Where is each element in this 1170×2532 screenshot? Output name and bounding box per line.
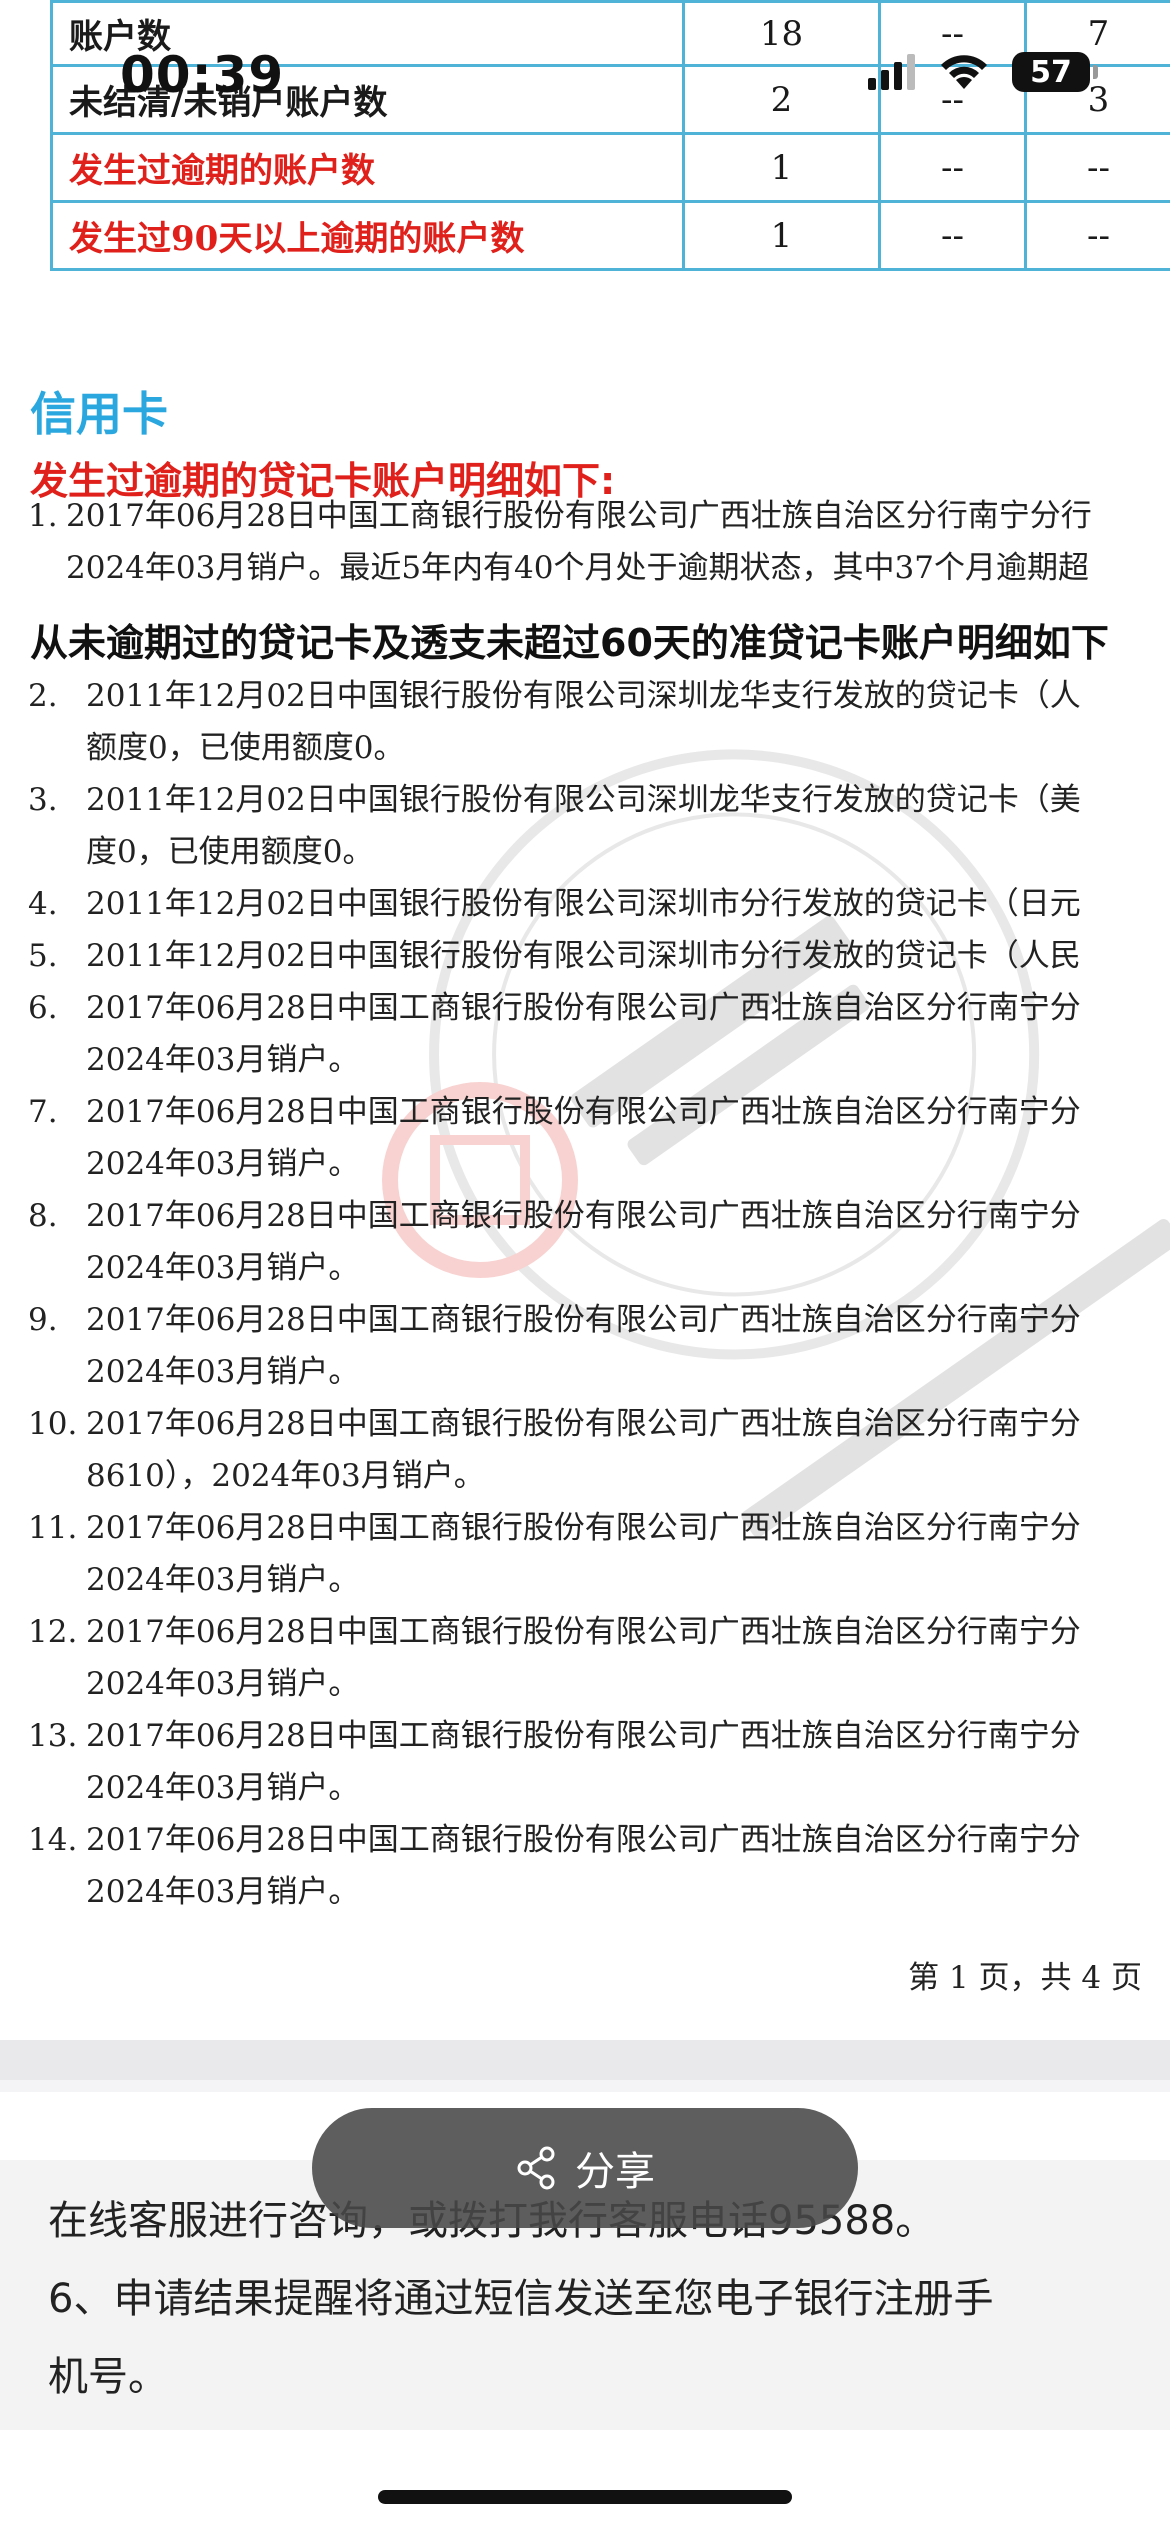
home-indicator[interactable] xyxy=(378,2490,792,2504)
page-number: 第 1 页，共 4 页 xyxy=(908,1960,1142,1996)
item-text: 2017年06月28日中国工商银行股份有限公司广西壮族自治区分行南宁分 xyxy=(86,1406,1081,1442)
share-label: 分享 xyxy=(575,2149,655,2195)
item-text-continued: 8610），2024年03月销户。 xyxy=(86,1458,485,1494)
item-number: 10. xyxy=(28,1406,78,1442)
item-number: 13. xyxy=(28,1718,78,1754)
list-item: 4. 2011年12月02日中国银行股份有限公司深圳市分行发放的贷记卡（日元 xyxy=(28,878,1081,930)
table-cell-value: 3 xyxy=(1024,64,1170,135)
item-number: 12. xyxy=(28,1614,78,1650)
item-number: 4. xyxy=(28,886,58,922)
table-cell-value: 7 xyxy=(1024,0,1170,67)
table-cell-value: 1 xyxy=(682,132,881,203)
table-row-label: 发生过90天以上逾期的账户数 xyxy=(50,200,685,271)
table-cell-value: -- xyxy=(878,64,1027,135)
item-number: 8. xyxy=(28,1198,58,1234)
list-item: 1. 2017年06月28日中国工商银行股份有限公司广西壮族自治区分行南宁分行 20… xyxy=(28,490,1092,594)
table-cell-value: -- xyxy=(1024,200,1170,271)
table-cell-value: 18 xyxy=(682,0,881,67)
table-row: 账户数 18 -- 7 xyxy=(50,0,1170,67)
list-item: 3. 2011年12月02日中国银行股份有限公司深圳龙华支行发放的贷记卡（美 度0，… xyxy=(28,774,1081,878)
item-text: 2011年12月02日中国银行股份有限公司深圳龙华支行发放的贷记卡（美 xyxy=(86,782,1081,818)
item-text: 2017年06月28日中国工商银行股份有限公司广西壮族自治区分行南宁分行 xyxy=(66,498,1092,534)
item-text-continued: 2024年03月销户。 xyxy=(86,1042,360,1078)
item-text: 2011年12月02日中国银行股份有限公司深圳市分行发放的贷记卡（人民 xyxy=(86,938,1081,974)
item-number: 11. xyxy=(28,1510,78,1546)
list-item: 14. 2017年06月28日中国工商银行股份有限公司广西壮族自治区分行南宁分 20… xyxy=(28,1814,1081,1918)
list-item: 2. 2011年12月02日中国银行股份有限公司深圳龙华支行发放的贷记卡（人 额度0… xyxy=(28,670,1081,774)
item-text: 2017年06月28日中国工商银行股份有限公司广西壮族自治区分行南宁分 xyxy=(86,1198,1081,1234)
item-text-continued: 度0，已使用额度0。 xyxy=(86,834,374,870)
list-item: 6. 2017年06月28日中国工商银行股份有限公司广西壮族自治区分行南宁分 202… xyxy=(28,982,1081,1086)
item-text-continued: 2024年03月销户。最近5年内有40个月处于逾期状态，其中37个月逾期超 xyxy=(66,550,1089,586)
item-text: 2017年06月28日中国工商银行股份有限公司广西壮族自治区分行南宁分 xyxy=(86,1822,1081,1858)
item-text-continued: 2024年03月销户。 xyxy=(86,1146,360,1182)
item-text: 2017年06月28日中国工商银行股份有限公司广西壮族自治区分行南宁分 xyxy=(86,1510,1081,1546)
account-summary-table: 账户数 18 -- 7 未结清/未销户账户数 2 -- 3 发生过逾期的账户数 1 -- -- 发生过9… xyxy=(50,0,1170,271)
item-text-continued: 2024年03月销户。 xyxy=(86,1354,360,1390)
table-row: 未结清/未销户账户数 2 -- 3 xyxy=(50,64,1170,135)
table-cell-value: -- xyxy=(878,132,1027,203)
table-cell-value: -- xyxy=(878,200,1027,271)
item-number: 1. xyxy=(28,498,58,534)
table-row-label: 未结清/未销户账户数 xyxy=(50,64,685,135)
item-text-continued: 2024年03月销户。 xyxy=(86,1250,360,1286)
list-item: 8. 2017年06月28日中国工商银行股份有限公司广西壮族自治区分行南宁分 202… xyxy=(28,1190,1081,1294)
table-row-label: 发生过逾期的账户数 xyxy=(50,132,685,203)
list-item: 13. 2017年06月28日中国工商银行股份有限公司广西壮族自治区分行南宁分 20… xyxy=(28,1710,1081,1814)
share-icon xyxy=(517,2146,555,2190)
item-text: 2011年12月02日中国银行股份有限公司深圳龙华支行发放的贷记卡（人 xyxy=(86,678,1081,714)
item-text-continued: 2024年03月销户。 xyxy=(86,1666,360,1702)
section-title-credit-card: 信用卡 xyxy=(30,387,168,441)
item-text: 2011年12月02日中国银行股份有限公司深圳市分行发放的贷记卡（日元 xyxy=(86,886,1081,922)
item-text-continued: 额度0，已使用额度0。 xyxy=(86,730,405,766)
list-item: 11. 2017年06月28日中国工商银行股份有限公司广西壮族自治区分行南宁分 20… xyxy=(28,1502,1081,1606)
page-separator xyxy=(0,2040,1170,2080)
table-cell-value: -- xyxy=(878,0,1027,67)
list-item: 10. 2017年06月28日中国工商银行股份有限公司广西壮族自治区分行南宁分 86… xyxy=(28,1398,1081,1502)
table-row-label: 账户数 xyxy=(50,0,685,67)
item-text: 2017年06月28日中国工商银行股份有限公司广西壮族自治区分行南宁分 xyxy=(86,1094,1081,1130)
notice-line: 6、申请结果提醒将通过短信发送至您电子银行注册手 xyxy=(48,2276,994,2322)
item-number: 6. xyxy=(28,990,58,1026)
share-button[interactable]: 分享 xyxy=(312,2108,858,2228)
list-item: 5. 2011年12月02日中国银行股份有限公司深圳市分行发放的贷记卡（人民 xyxy=(28,930,1081,982)
table-cell-value: 2 xyxy=(682,64,881,135)
item-text: 2017年06月28日中国工商银行股份有限公司广西壮族自治区分行南宁分 xyxy=(86,1718,1081,1754)
page-separator-shadow xyxy=(0,2080,1170,2092)
table-row: 发生过逾期的账户数 1 -- -- xyxy=(50,132,1170,203)
item-text-continued: 2024年03月销户。 xyxy=(86,1562,360,1598)
item-number: 3. xyxy=(28,782,58,818)
item-number: 2. xyxy=(28,678,58,714)
item-text: 2017年06月28日中国工商银行股份有限公司广西壮族自治区分行南宁分 xyxy=(86,990,1081,1026)
item-number: 14. xyxy=(28,1822,78,1858)
item-number: 5. xyxy=(28,938,58,974)
item-number: 9. xyxy=(28,1302,58,1338)
item-text-continued: 2024年03月销户。 xyxy=(86,1874,360,1910)
item-text: 2017年06月28日中国工商银行股份有限公司广西壮族自治区分行南宁分 xyxy=(86,1302,1081,1338)
item-number: 7. xyxy=(28,1094,58,1130)
item-text: 2017年06月28日中国工商银行股份有限公司广西壮族自治区分行南宁分 xyxy=(86,1614,1081,1650)
table-row: 发生过90天以上逾期的账户数 1 -- -- xyxy=(50,200,1170,271)
item-text-continued: 2024年03月销户。 xyxy=(86,1770,360,1806)
list-item: 9. 2017年06月28日中国工商银行股份有限公司广西壮族自治区分行南宁分 202… xyxy=(28,1294,1081,1398)
notice-line: 机号。 xyxy=(48,2354,168,2400)
list-item: 7. 2017年06月28日中国工商银行股份有限公司广西壮族自治区分行南宁分 202… xyxy=(28,1086,1081,1190)
table-cell-value: -- xyxy=(1024,132,1170,203)
clean-accounts-heading: 从未逾期过的贷记卡及透支未超过60天的准贷记卡账户明细如下 xyxy=(30,621,1109,665)
table-cell-value: 1 xyxy=(682,200,881,271)
list-item: 12. 2017年06月28日中国工商银行股份有限公司广西壮族自治区分行南宁分 20… xyxy=(28,1606,1081,1710)
